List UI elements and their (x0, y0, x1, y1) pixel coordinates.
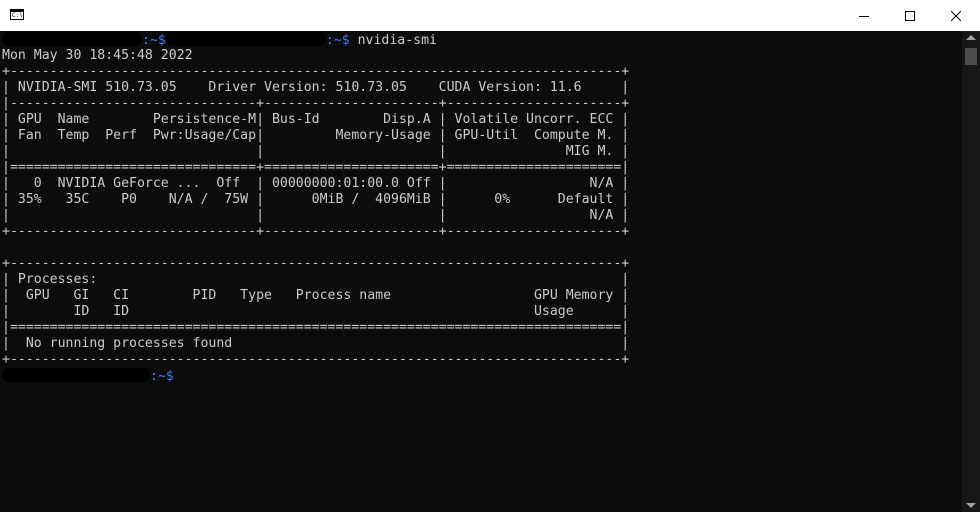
prompt-line-2: :~$ (2, 368, 629, 384)
output-line: | | | N/A | (2, 208, 630, 223)
maximize-icon (905, 10, 915, 21)
maximize-button[interactable] (887, 0, 933, 31)
output-line: | | | MIG M. | (2, 144, 630, 159)
output-line: | ID ID Usage | (2, 304, 630, 319)
output-line: +---------------------------------------… (2, 256, 630, 271)
redacted-hostname (165, 32, 326, 46)
output-line: | 35% 35C P0 N/A / 75W | 0MiB / 4096MiB … (2, 192, 630, 207)
close-icon (951, 10, 961, 21)
output-line: | GPU Name Persistence-M| Bus-Id Disp.A … (2, 112, 630, 127)
prompt-path: :~$ (150, 369, 174, 384)
vertical-scrollbar[interactable] (962, 31, 980, 512)
terminal-window: C:\ :~$ :~$ nvidia-smi Mon May 30 18:45:48… (0, 0, 980, 512)
close-button[interactable] (933, 0, 979, 31)
console-app-icon[interactable]: C:\ (10, 9, 24, 20)
output-line: | No running processes found | (2, 336, 630, 351)
output-line: | Fan Temp Perf Pwr:Usage/Cap| Memory-Us… (2, 128, 630, 143)
minimize-icon (859, 15, 869, 17)
console-text: :~$ :~$ nvidia-smi Mon May 30 18:45:48 202… (2, 32, 629, 384)
output-line: +---------------------------------------… (2, 64, 630, 79)
output-line: | Processes: | (2, 272, 630, 287)
output-line: +---------------------------------------… (2, 352, 630, 367)
output-line: |-------------------------------+-------… (2, 96, 630, 111)
output-line: | GPU GI CI PID Type Process name GPU Me… (2, 288, 630, 303)
title-bar[interactable]: C:\ (0, 0, 980, 31)
redacted-username (2, 32, 142, 46)
prompt-path: :~$ (142, 33, 166, 48)
output-line: |=======================================… (2, 320, 630, 335)
output-line: | NVIDIA-SMI 510.73.05 Driver Version: 5… (2, 80, 630, 95)
output-line: Mon May 30 18:45:48 2022 (2, 48, 193, 63)
scroll-up-arrow-icon[interactable] (966, 35, 976, 40)
command-text: nvidia-smi (349, 33, 437, 48)
console-output[interactable]: :~$ :~$ nvidia-smi Mon May 30 18:45:48 202… (0, 31, 962, 512)
output-line: |===============================+=======… (2, 160, 630, 175)
scrollbar-thumb[interactable] (965, 48, 977, 65)
app-icon-text: C:\ (12, 12, 23, 19)
prompt-path-2: :~$ (325, 33, 350, 48)
minimize-button[interactable] (841, 0, 887, 31)
redacted-username (2, 368, 150, 382)
output-line: | 0 NVIDIA GeForce ... Off | 00000000:01… (2, 176, 630, 191)
prompt-line-1: :~$ :~$ nvidia-smi (2, 32, 629, 48)
scroll-down-arrow-icon[interactable] (966, 503, 976, 508)
output-line: +-------------------------------+-------… (2, 224, 630, 239)
